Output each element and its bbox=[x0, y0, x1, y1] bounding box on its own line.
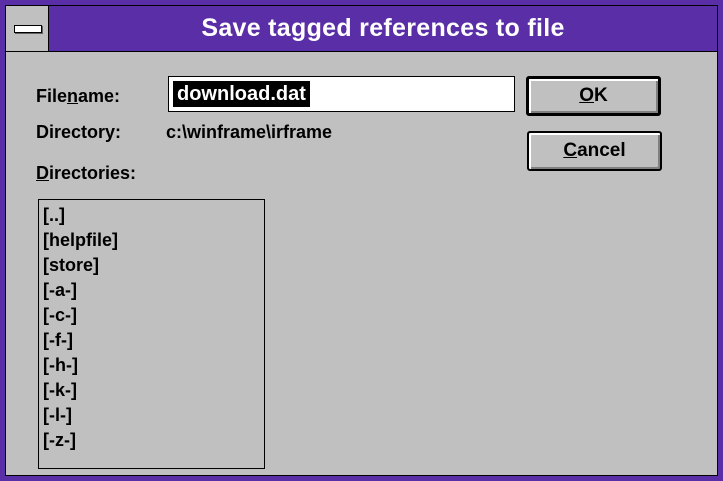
window-title: Save tagged references to file bbox=[201, 14, 565, 42]
dialog-window: Save tagged references to file Filename:… bbox=[0, 0, 723, 481]
list-item[interactable]: [store] bbox=[43, 253, 264, 278]
ok-button[interactable]: OK bbox=[526, 76, 661, 116]
list-item[interactable]: [helpfile] bbox=[43, 228, 264, 253]
list-item[interactable]: [-f-] bbox=[43, 328, 264, 353]
list-item[interactable]: [-z-] bbox=[43, 428, 264, 453]
directories-label: Directories: bbox=[36, 163, 137, 183]
title-bar[interactable]: Save tagged references to file bbox=[6, 6, 717, 52]
list-item[interactable]: [-l-] bbox=[43, 403, 264, 428]
list-item[interactable]: [-k-] bbox=[43, 378, 264, 403]
dialog-frame: Save tagged references to file Filename:… bbox=[5, 5, 718, 476]
cancel-button[interactable]: Cancel bbox=[527, 131, 662, 171]
filename-input[interactable]: download.dat bbox=[168, 76, 515, 112]
list-item[interactable]: [-c-] bbox=[43, 303, 264, 328]
list-item[interactable]: [..] bbox=[43, 203, 264, 228]
filename-label: Filename: bbox=[36, 86, 121, 106]
list-item[interactable]: [-h-] bbox=[43, 353, 264, 378]
directory-path: c:\winframe\irframe bbox=[166, 122, 333, 142]
directories-listbox[interactable]: [..] [helpfile] [store] [-a-] [-c-] [-f-… bbox=[38, 199, 265, 469]
system-menu-icon bbox=[14, 25, 42, 33]
system-menu-button[interactable] bbox=[6, 6, 49, 51]
filename-value: download.dat bbox=[173, 81, 310, 107]
list-item[interactable]: [-a-] bbox=[43, 278, 264, 303]
directory-label: Directory: bbox=[36, 122, 122, 142]
directories-list: [..] [helpfile] [store] [-a-] [-c-] [-f-… bbox=[39, 200, 264, 453]
